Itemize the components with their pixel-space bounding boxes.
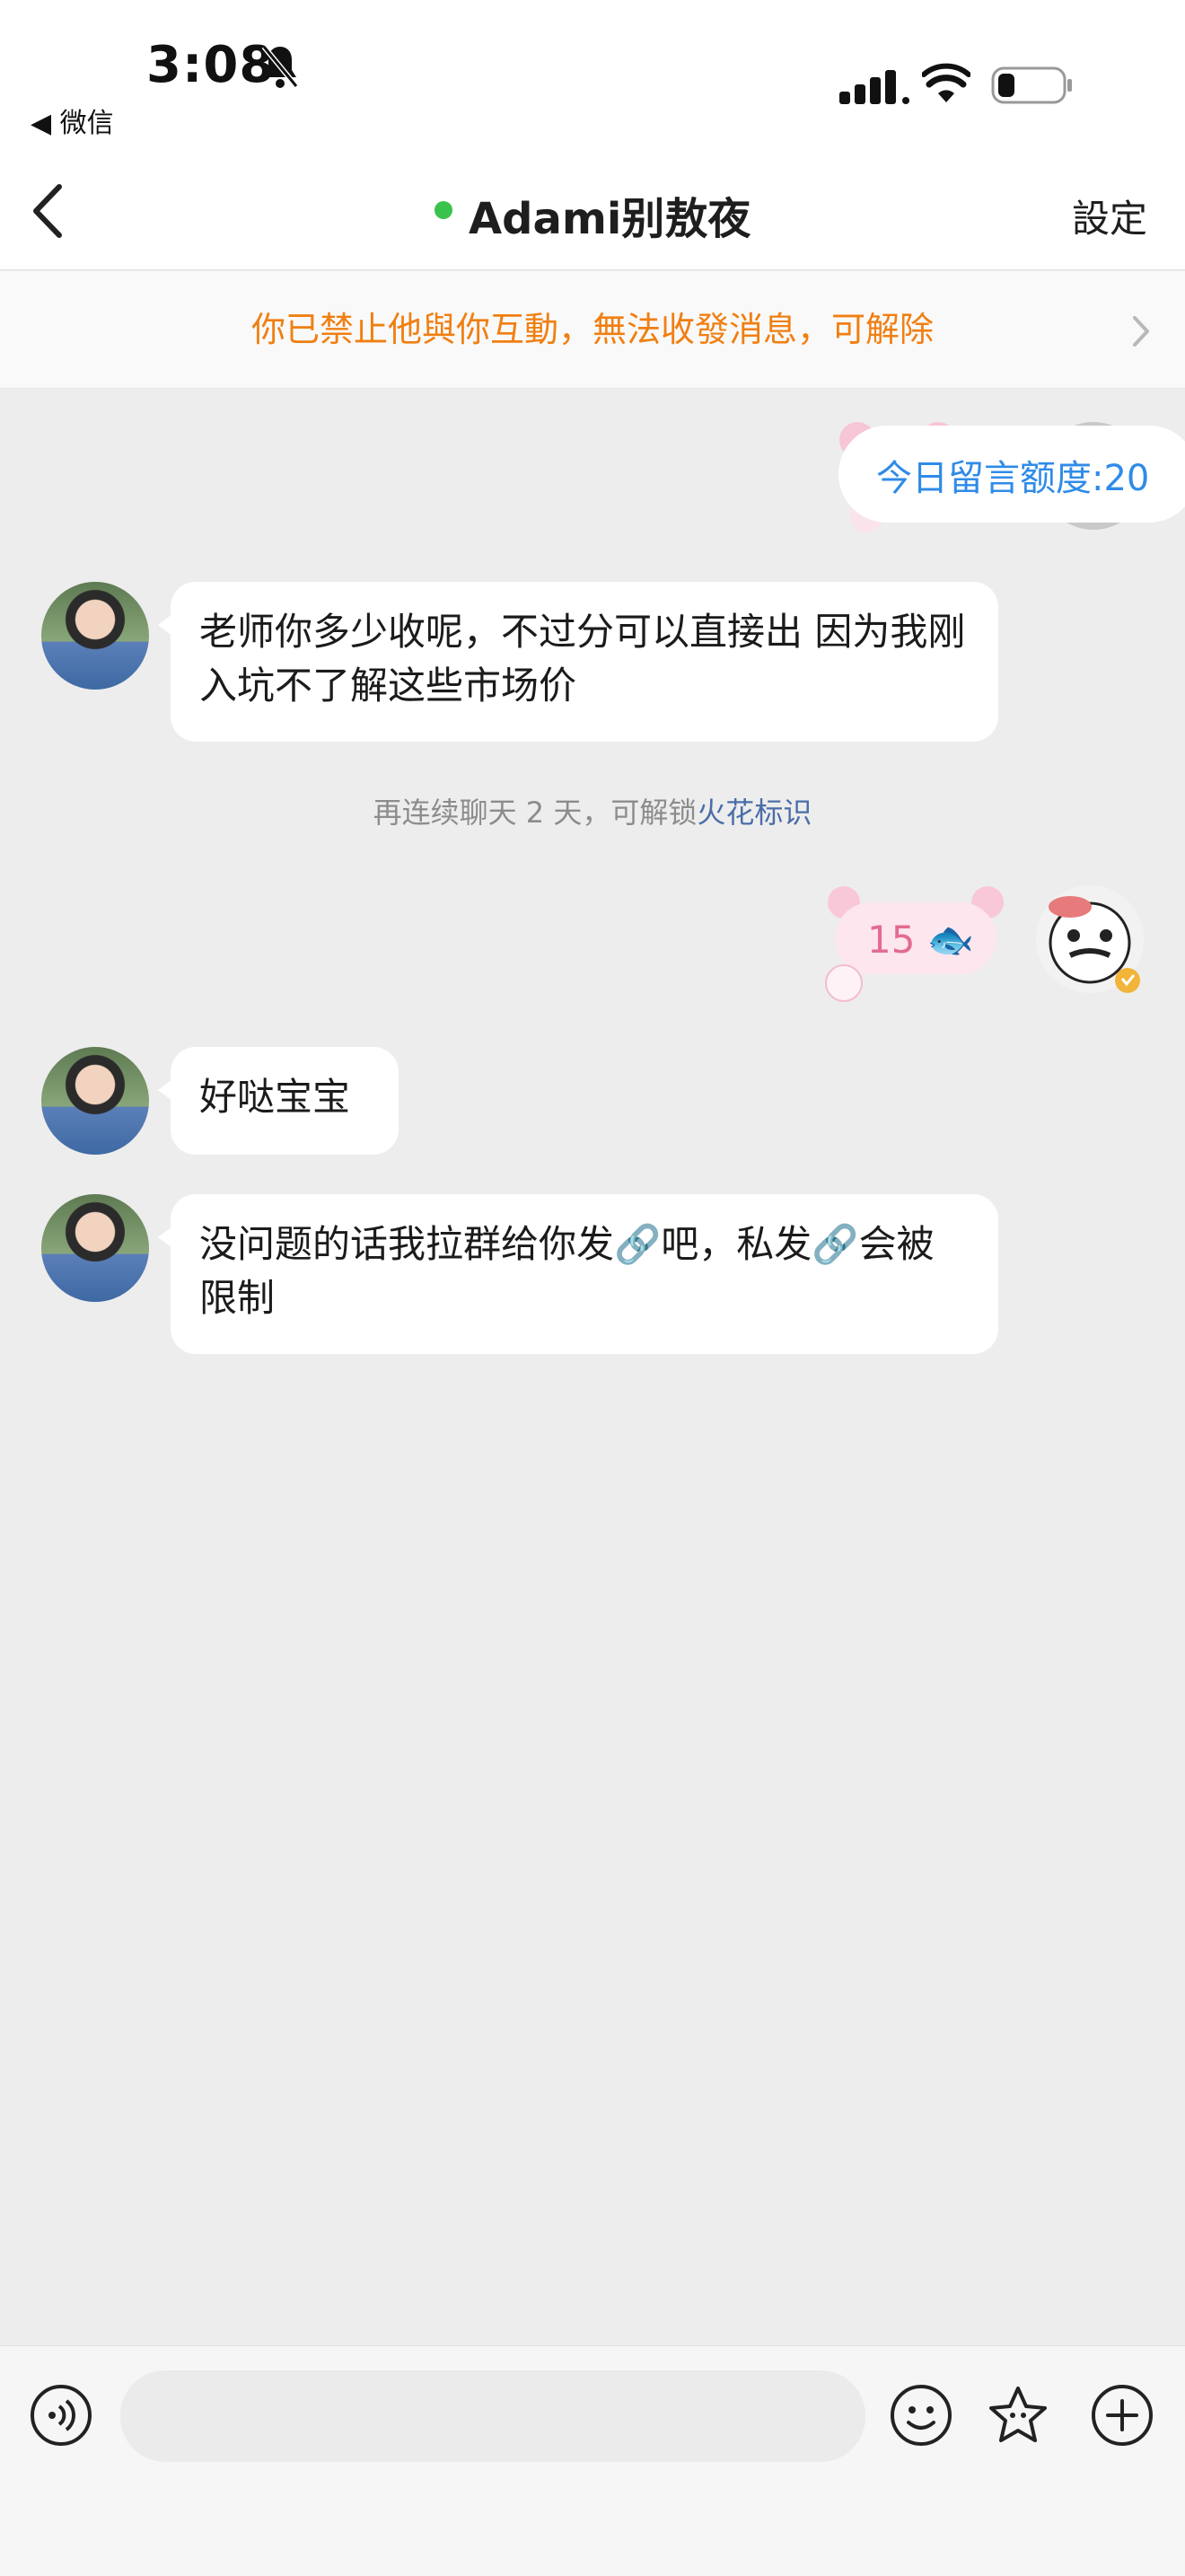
contact-avatar[interactable]: [41, 1047, 149, 1155]
message-bubble[interactable]: 没问题的话我拉群给你发🔗吧，私发🔗会被限制: [158, 1194, 998, 1354]
fish-icon: 🐟: [926, 918, 975, 962]
message-text: 好哒宝宝: [199, 1075, 351, 1119]
message-bubble[interactable]: 好哒宝宝: [158, 1047, 399, 1155]
signal-icon: [839, 70, 909, 104]
battery-icon: [991, 66, 1072, 104]
spark-hint-message: 再连续聊天 2 天，可解锁火花标识: [0, 790, 1185, 831]
spark-badge-link[interactable]: 火花标识: [697, 796, 812, 830]
chevron-right-icon[interactable]: [1129, 314, 1153, 348]
message-quota-text: 今日留言额度:20: [876, 458, 1150, 499]
message-text: 老师你多少收呢，不过分可以直接出 因为我刚入坑不了解这些市场价: [199, 610, 966, 708]
spark-hint-text: 再连续聊天 2 天，可解锁: [373, 796, 698, 830]
message-bubble[interactable]: 老师你多少收呢，不过分可以直接出 因为我刚入坑不了解这些市场价: [158, 582, 998, 742]
back-to-wechat-link[interactable]: ◀ 微信: [31, 101, 114, 140]
settings-button[interactable]: 設定: [1072, 189, 1147, 243]
message-input[interactable]: [120, 2370, 865, 2462]
contact-avatar[interactable]: [41, 1194, 149, 1302]
bell-slash-icon: [261, 45, 299, 88]
panda-avatar[interactable]: [1031, 880, 1149, 998]
voice-icon[interactable]: [29, 2383, 93, 2448]
online-status-dot: [434, 201, 452, 219]
wifi-icon: [922, 63, 970, 102]
chat-title[interactable]: Adami别敖夜: [469, 183, 750, 246]
back-chevron-icon[interactable]: [27, 180, 72, 242]
status-time: 3:08: [146, 36, 276, 94]
blocked-banner-text[interactable]: 你已禁止他與你互動，無法收發消息，可解除: [0, 302, 1185, 351]
emoji-icon[interactable]: [889, 2383, 953, 2448]
message-text: 没问题的话我拉群给你发🔗吧，私发🔗会被限制: [199, 1222, 935, 1320]
sticker-icon[interactable]: [986, 2383, 1050, 2448]
sticker-text: 15 🐟: [867, 918, 974, 963]
sticker-number: 15: [867, 918, 916, 962]
plus-icon[interactable]: [1090, 2383, 1154, 2448]
contact-avatar[interactable]: [41, 582, 149, 690]
